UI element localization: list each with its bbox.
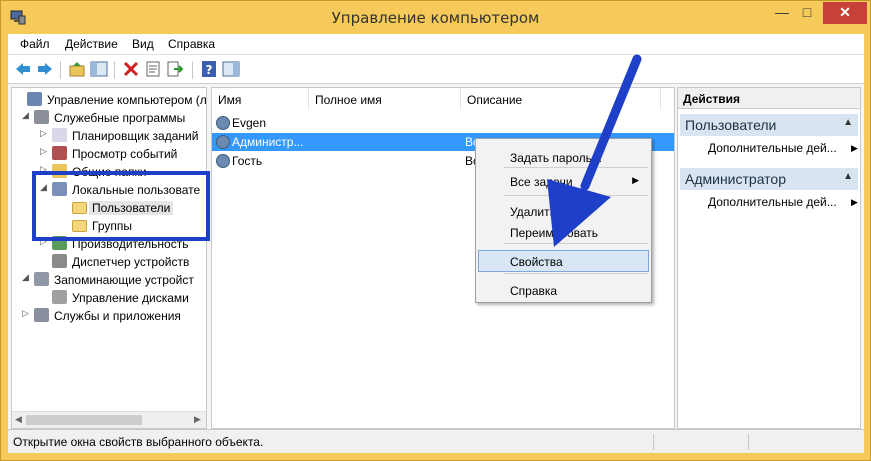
tree-item[interactable]: Диспетчер устройств [12,253,206,271]
maximize-button[interactable]: □ [797,2,817,24]
tree-item-label: Диспетчер устройств [72,255,190,269]
storage-icon [34,272,49,286]
actions-section-administrator[interactable]: Администратор ▲ [680,168,858,190]
up-folder-icon[interactable] [68,60,86,78]
action-more-actions[interactable]: Дополнительные дей... [708,141,837,155]
forward-arrow-icon[interactable] [36,60,54,78]
user-icon [216,135,230,149]
tools-icon [34,110,49,124]
column-header-name[interactable]: Имя [212,88,309,110]
app-window: Управление компьютером — □ ✕ Файл Действ… [0,0,871,461]
device-manager-icon [52,254,67,268]
title-bar[interactable]: Управление компьютером — □ ✕ [1,1,870,34]
tree-item[interactable]: ▷ Планировщик заданий [12,127,206,145]
menu-view[interactable]: Вид [132,37,154,51]
context-menu-separator [504,243,648,244]
context-menu-item[interactable]: Переименовать [478,221,649,243]
delete-icon[interactable] [122,60,140,78]
window-title: Управление компьютером [331,9,540,27]
main-content: ▷ Службы и приложения Управление дисками ◢ З… [8,84,864,429]
tree-item-label: Управление дисками [72,291,189,305]
status-text: Открытие окна свойств выбранного объекта… [13,435,264,449]
tree-item-label: Просмотр событий [72,147,178,161]
minimize-button[interactable]: — [769,2,795,24]
context-menu-item[interactable]: Удалить [478,200,649,222]
user-name: Гость [232,154,263,168]
event-viewer-icon [52,146,67,160]
expand-arrow-icon[interactable]: ▷ [40,128,50,139]
tree-item[interactable]: ◢ Служебные программы [12,109,206,127]
tree-item[interactable]: ▷ Службы и приложения [12,307,206,325]
column-header-description[interactable]: Описание [461,88,661,110]
status-divider [748,434,749,450]
console-tree-icon[interactable] [90,60,108,78]
submenu-arrow-icon: ▶ [851,143,858,153]
disk-icon [52,290,67,304]
context-menu-item[interactable]: Справка [478,279,649,301]
svg-text:?: ? [206,63,213,77]
services-icon [34,308,49,322]
toolbar: ? [8,54,864,84]
close-button[interactable]: ✕ [823,2,867,24]
tree-item-label: Служебные программы [54,111,186,125]
menu-help[interactable]: Справка [168,37,215,51]
tree-item-label: Службы и приложения [54,309,181,323]
tree-item-label: Планировщик заданий [72,129,199,143]
section-title: Пользователи [685,117,777,133]
actions-title: Действия [678,88,860,109]
user-name: Администр... [232,135,304,149]
tree-item[interactable]: Управление компьютером (л [12,91,206,109]
tree-item[interactable]: Управление дисками [12,289,206,307]
scroll-right-icon[interactable]: ▶ [194,414,201,425]
scrollbar-thumb[interactable] [26,415,142,425]
console-tree: ▷ Службы и приложения Управление дисками ◢ З… [11,87,207,429]
collapse-arrow-icon[interactable]: ◢ [22,272,32,283]
menu-bar: Файл Действие Вид Справка [8,34,864,54]
list-item[interactable]: Evgen [212,114,674,132]
properties-icon[interactable] [144,60,162,78]
help-icon[interactable]: ? [200,60,218,78]
context-menu-item[interactable]: Задать пароль... [478,146,649,168]
toolbar-separator [60,61,61,79]
menu-file[interactable]: Файл [20,37,50,51]
section-title: Администратор [685,171,787,187]
collapse-icon[interactable]: ▲ [843,117,853,128]
context-menu-separator [504,167,648,168]
export-list-icon[interactable] [166,60,184,78]
tree-item-label: Запоминающие устройст [54,273,194,287]
expand-arrow-icon[interactable]: ▷ [40,146,50,157]
clock-icon [52,128,67,142]
user-icon [216,154,230,168]
annotation-highlight-box [32,171,210,241]
toolbar-separator [114,61,115,79]
toolbar-separator [192,61,193,79]
tree-item[interactable]: ◢ Запоминающие устройст [12,271,206,289]
collapse-arrow-icon[interactable]: ◢ [22,110,32,121]
scroll-left-icon[interactable]: ◀ [15,414,22,425]
submenu-arrow-icon: ▶ [632,175,639,185]
actions-section-users[interactable]: Пользователи ▲ [680,114,858,136]
context-menu: Задать пароль... Все задачи ▶ Удалить Переим… [475,138,652,303]
action-pane-icon[interactable] [222,60,240,78]
submenu-arrow-icon: ▶ [851,197,858,207]
context-menu-separator [504,195,648,196]
action-more-actions[interactable]: Дополнительные дей... [708,195,837,209]
context-menu-separator [504,273,648,274]
status-divider [653,434,654,450]
column-header-full-name[interactable]: Полное имя [309,88,461,110]
user-icon [216,116,230,130]
tree-item[interactable]: ▷ Просмотр событий [12,145,206,163]
collapse-icon[interactable]: ▲ [843,171,853,182]
back-arrow-icon[interactable] [14,60,32,78]
context-menu-item[interactable]: Свойства [478,250,649,272]
tree-item-label: Управление компьютером (л [47,93,207,107]
menu-action[interactable]: Действие [65,37,118,51]
user-name: Evgen [232,116,267,130]
expand-arrow-icon[interactable]: ▷ [22,308,32,319]
horizontal-scrollbar[interactable]: ◀ ▶ [12,411,206,428]
computer-management-icon [27,92,42,106]
status-bar: Открытие окна свойств выбранного объекта… [8,429,864,453]
context-menu-item[interactable]: Все задачи ▶ [478,170,649,192]
actions-pane: Действия Пользователи ▲ Дополнительные д… [677,87,861,429]
